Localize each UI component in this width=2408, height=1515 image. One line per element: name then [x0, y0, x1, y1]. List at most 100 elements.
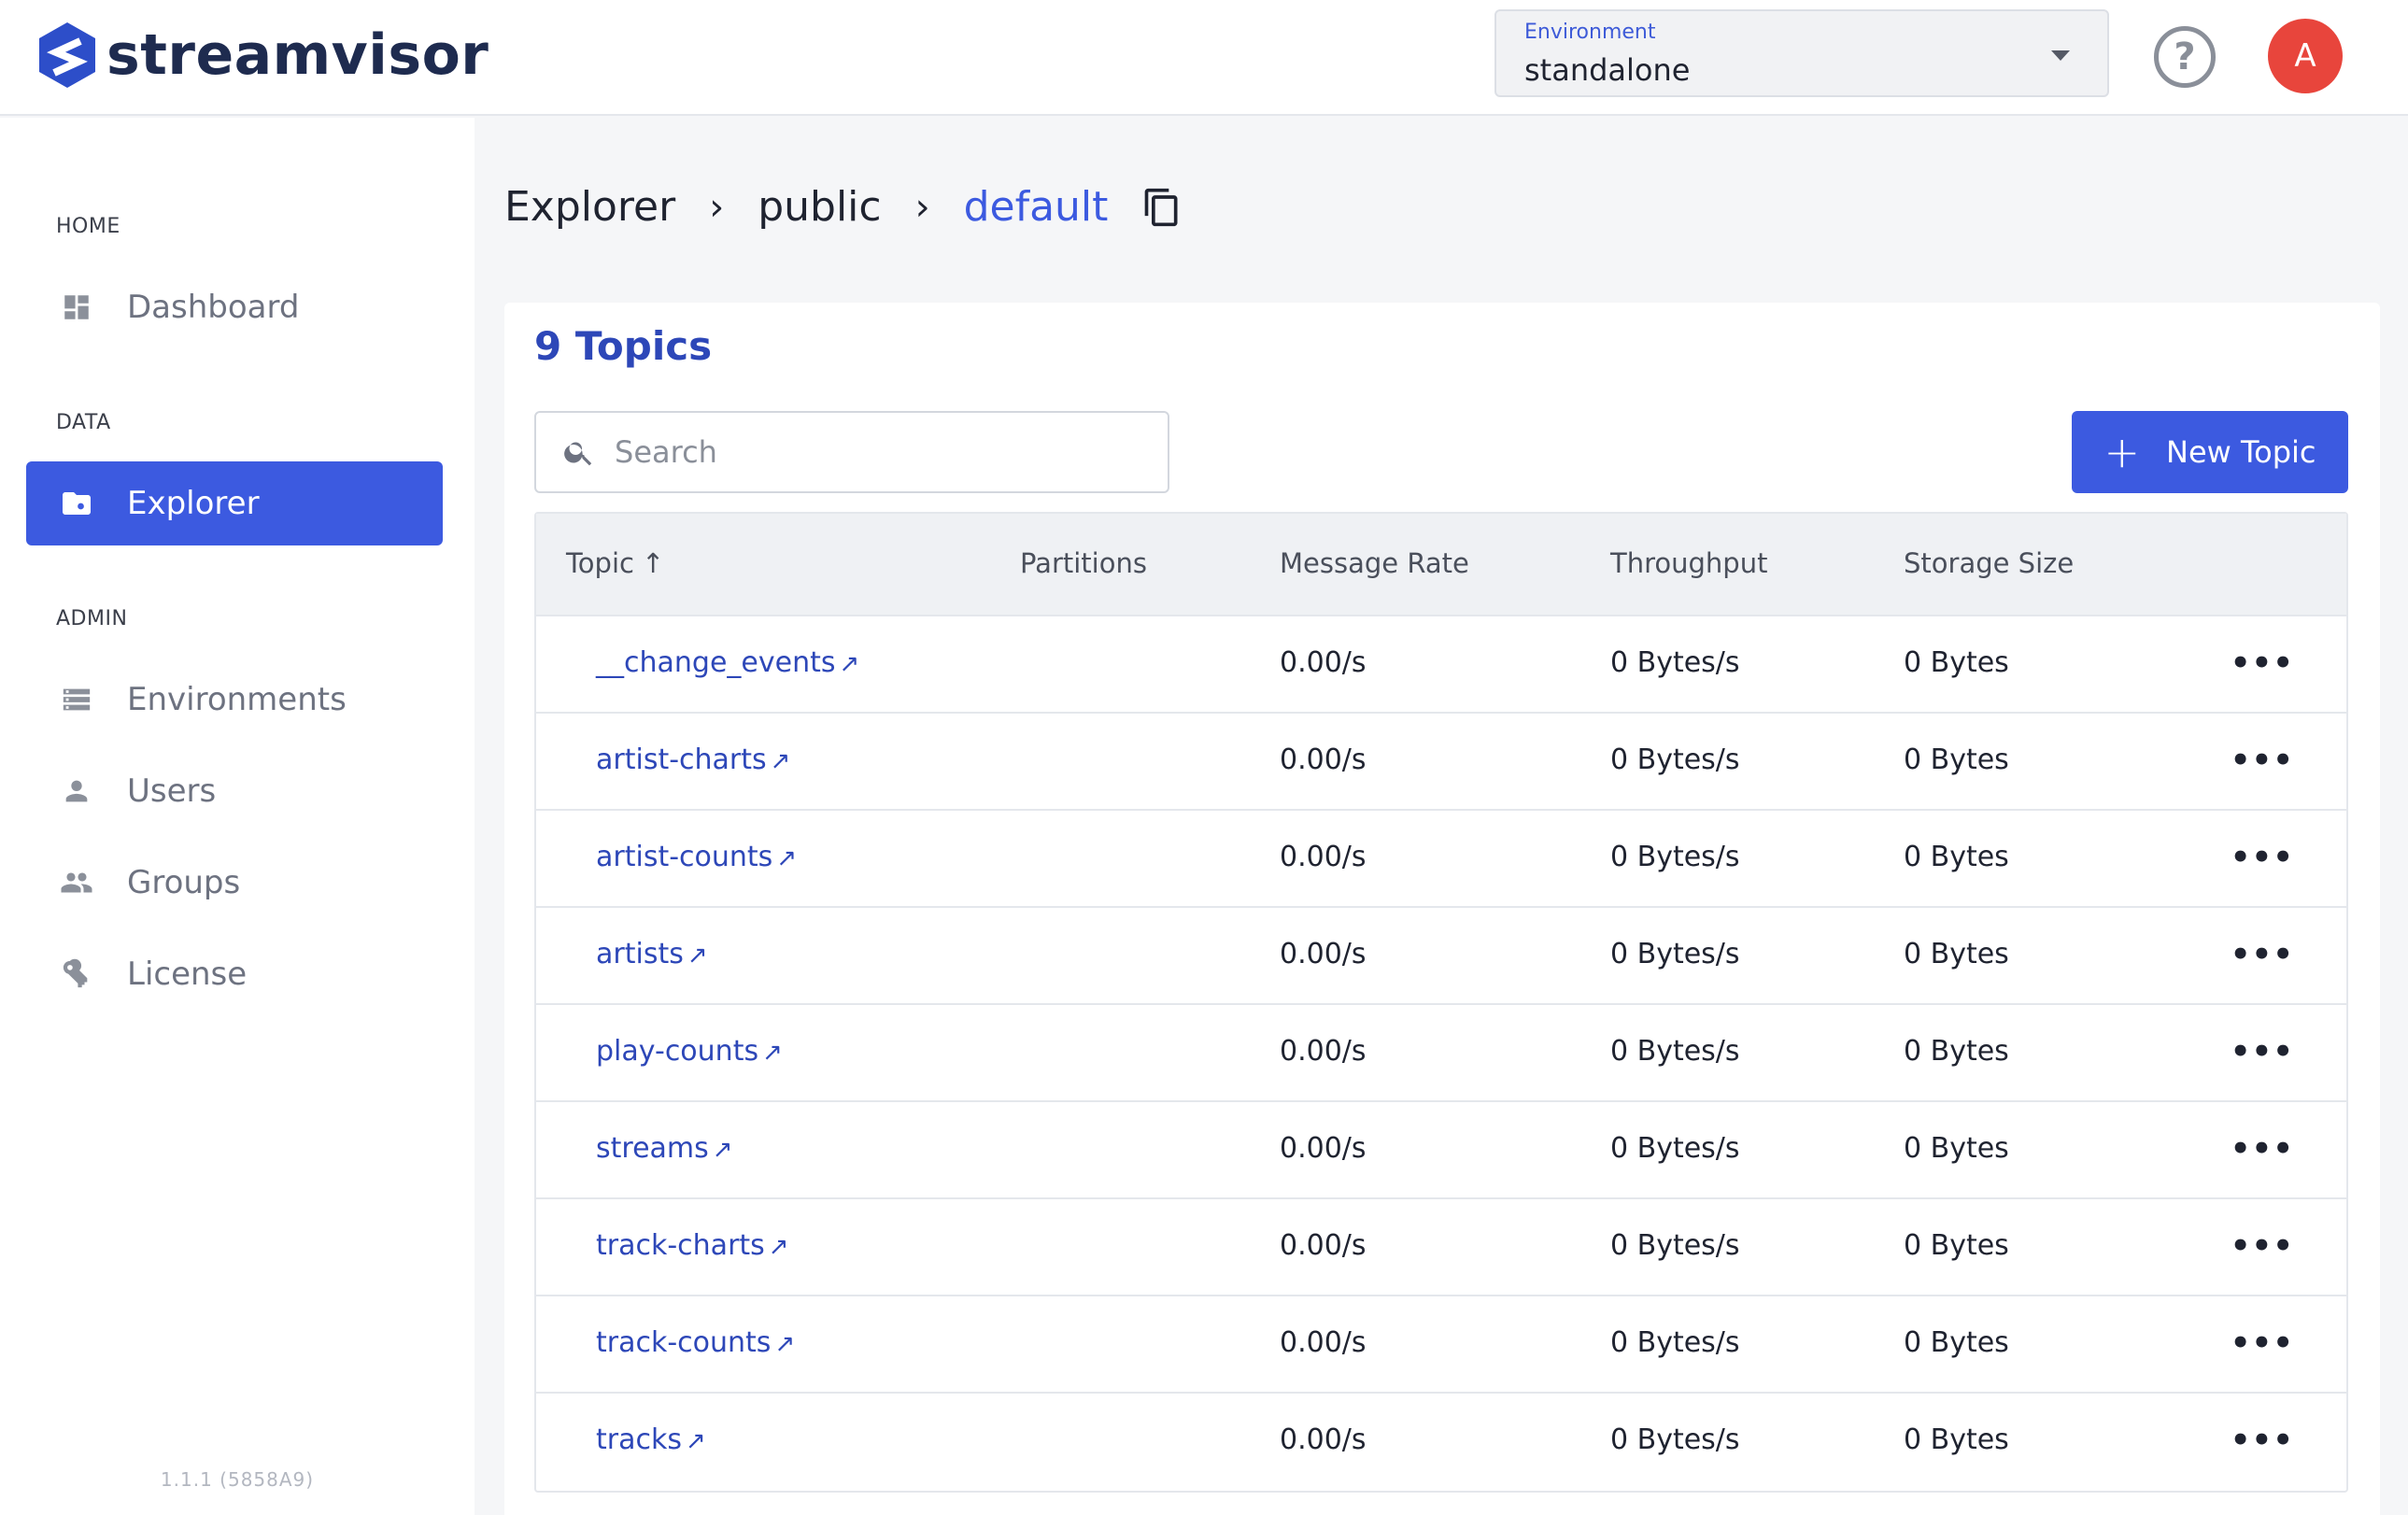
- breadcrumb-namespace: default: [963, 183, 1109, 231]
- message-rate-cell: 0.00/s: [1280, 938, 1367, 970]
- column-header-partitions[interactable]: Partitions: [1020, 547, 1147, 579]
- streamvisor-logo-icon: [39, 22, 95, 88]
- column-header-storage-size[interactable]: Storage Size: [1904, 547, 2074, 579]
- topic-name: __change_events: [596, 646, 836, 679]
- new-topic-button[interactable]: + New Topic: [2072, 411, 2348, 493]
- more-options-icon[interactable]: •••: [2231, 1227, 2294, 1265]
- storage-size-cell: 0 Bytes: [1904, 1132, 2009, 1165]
- message-rate-cell: 0.00/s: [1280, 1423, 1367, 1456]
- sidebar-item-explorer[interactable]: Explorer: [26, 461, 443, 545]
- more-options-icon[interactable]: •••: [2231, 839, 2294, 876]
- topic-name: streams: [596, 1132, 709, 1165]
- storage-size-cell: 0 Bytes: [1904, 1229, 2009, 1262]
- topic-link[interactable]: track-charts ↗: [596, 1229, 789, 1262]
- brand-logo[interactable]: streamvisor: [35, 21, 489, 90]
- topics-card: 9 Topics + New Topic Topic↑ Partitions M…: [504, 303, 2380, 1515]
- avatar[interactable]: A: [2268, 19, 2343, 93]
- topic-link[interactable]: artist-charts ↗: [596, 743, 790, 776]
- table-row: __change_events ↗ 0.00/s 0 Bytes/s 0 Byte…: [536, 616, 2346, 714]
- sidebar-item-dashboard[interactable]: Dashboard: [26, 265, 443, 349]
- message-rate-cell: 0.00/s: [1280, 1035, 1367, 1068]
- table-row: track-counts ↗ 0.00/s 0 Bytes/s 0 Bytes •…: [536, 1296, 2346, 1394]
- top-header: streamvisor Environment standalone ? A: [0, 0, 2408, 116]
- people-icon: [58, 864, 95, 901]
- topic-name: artist-counts: [596, 841, 773, 873]
- avatar-initial: A: [2294, 37, 2316, 75]
- chevron-right-icon: ›: [914, 185, 930, 229]
- storage-size-cell: 0 Bytes: [1904, 841, 2009, 873]
- throughput-cell: 0 Bytes/s: [1610, 1326, 1740, 1359]
- sidebar-item-users[interactable]: Users: [26, 749, 443, 833]
- table-row: artists ↗ 0.00/s 0 Bytes/s 0 Bytes •••: [536, 908, 2346, 1005]
- breadcrumb: Explorer › public › default: [504, 183, 1183, 231]
- table-row: play-counts ↗ 0.00/s 0 Bytes/s 0 Bytes ••…: [536, 1005, 2346, 1102]
- storage-icon: [58, 681, 95, 718]
- more-options-icon[interactable]: •••: [2231, 1130, 2294, 1168]
- sidebar: HOME Dashboard DATA Explorer ADMIN Envir…: [0, 118, 475, 1515]
- topic-link[interactable]: streams ↗: [596, 1132, 733, 1165]
- sidebar-item-label: Users: [127, 772, 217, 810]
- sidebar-item-label: Dashboard: [127, 289, 300, 326]
- dashboard-icon: [58, 289, 95, 326]
- more-options-icon[interactable]: •••: [2231, 1422, 2294, 1459]
- sidebar-item-label: Environments: [127, 681, 347, 718]
- sidebar-section-admin: ADMIN: [56, 607, 128, 630]
- app-version: 1.1.1 (5858A9): [160, 1468, 315, 1491]
- topic-link[interactable]: play-counts ↗: [596, 1035, 783, 1068]
- topic-name: artists: [596, 938, 684, 970]
- column-header-throughput[interactable]: Throughput: [1610, 547, 1767, 579]
- topic-link[interactable]: track-counts ↗: [596, 1326, 795, 1359]
- throughput-cell: 0 Bytes/s: [1610, 743, 1740, 776]
- column-header-topic[interactable]: Topic ↑: [566, 547, 664, 579]
- more-options-icon[interactable]: •••: [2231, 936, 2294, 973]
- breadcrumb-explorer[interactable]: Explorer: [504, 183, 675, 231]
- sidebar-item-environments[interactable]: Environments: [26, 658, 443, 742]
- column-header-label: Topic: [566, 547, 634, 579]
- sidebar-item-label: License: [127, 956, 248, 993]
- external-link-icon: ↗: [839, 650, 860, 678]
- environment-select[interactable]: Environment standalone: [1494, 9, 2109, 97]
- storage-size-cell: 0 Bytes: [1904, 1423, 2009, 1456]
- storage-size-cell: 0 Bytes: [1904, 1326, 2009, 1359]
- storage-size-cell: 0 Bytes: [1904, 1035, 2009, 1068]
- storage-size-cell: 0 Bytes: [1904, 646, 2009, 679]
- column-header-message-rate[interactable]: Message Rate: [1280, 547, 1469, 579]
- external-link-icon: ↗: [768, 1233, 789, 1261]
- breadcrumb-tenant[interactable]: public: [758, 183, 881, 231]
- more-options-icon[interactable]: •••: [2231, 742, 2294, 779]
- sidebar-section-data: DATA: [56, 411, 111, 434]
- sidebar-section-home: HOME: [56, 215, 120, 238]
- throughput-cell: 0 Bytes/s: [1610, 1229, 1740, 1262]
- throughput-cell: 0 Bytes/s: [1610, 646, 1740, 679]
- throughput-cell: 0 Bytes/s: [1610, 841, 1740, 873]
- help-icon: ?: [2174, 35, 2196, 78]
- external-link-icon: ↗: [776, 844, 798, 872]
- storage-size-cell: 0 Bytes: [1904, 743, 2009, 776]
- sidebar-item-license[interactable]: License: [26, 932, 443, 1016]
- external-link-icon: ↗: [685, 1427, 706, 1455]
- more-options-icon[interactable]: •••: [2231, 644, 2294, 682]
- topic-link[interactable]: artists ↗: [596, 938, 708, 970]
- topic-link[interactable]: artist-counts ↗: [596, 841, 797, 873]
- copy-icon[interactable]: [1141, 184, 1183, 231]
- external-link-icon: ↗: [712, 1136, 733, 1164]
- topic-link[interactable]: tracks ↗: [596, 1423, 706, 1456]
- table-row: streams ↗ 0.00/s 0 Bytes/s 0 Bytes •••: [536, 1102, 2346, 1199]
- message-rate-cell: 0.00/s: [1280, 1132, 1367, 1165]
- topic-link[interactable]: __change_events ↗: [596, 646, 859, 679]
- more-options-icon[interactable]: •••: [2231, 1033, 2294, 1070]
- external-link-icon: ↗: [687, 942, 708, 970]
- search-input[interactable]: [615, 434, 1138, 470]
- new-topic-label: New Topic: [2166, 434, 2316, 470]
- more-options-icon[interactable]: •••: [2231, 1324, 2294, 1362]
- external-link-icon: ↗: [774, 1330, 796, 1358]
- topic-name: play-counts: [596, 1035, 759, 1068]
- throughput-cell: 0 Bytes/s: [1610, 1423, 1740, 1456]
- table-header: Topic ↑ Partitions Message Rate Throughpu…: [536, 514, 2346, 616]
- throughput-cell: 0 Bytes/s: [1610, 1035, 1740, 1068]
- throughput-cell: 0 Bytes/s: [1610, 1132, 1740, 1165]
- help-button[interactable]: ?: [2154, 26, 2216, 88]
- sidebar-item-groups[interactable]: Groups: [26, 841, 443, 925]
- search-box[interactable]: [534, 411, 1169, 493]
- message-rate-cell: 0.00/s: [1280, 743, 1367, 776]
